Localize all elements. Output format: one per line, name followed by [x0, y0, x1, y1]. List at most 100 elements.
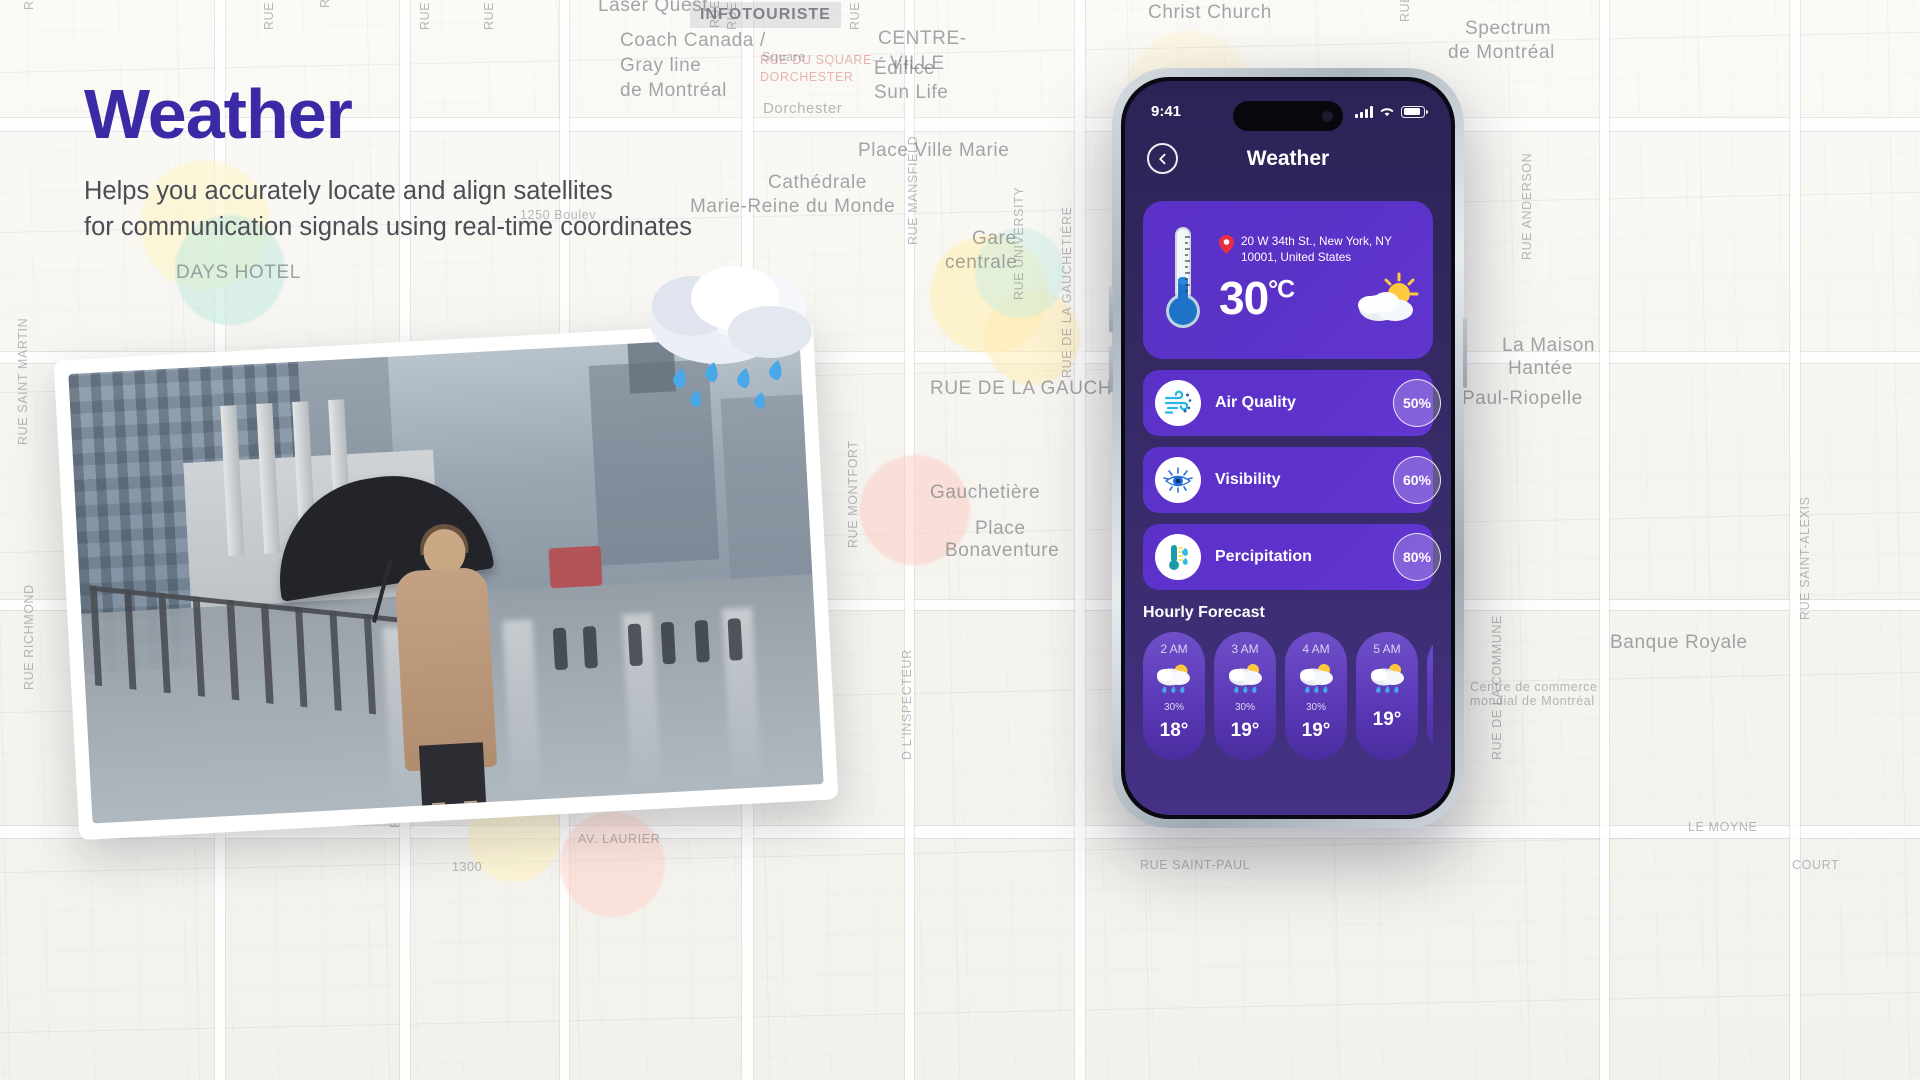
app-bar: Weather — [1125, 143, 1451, 174]
cloud-with-rain-icon — [1224, 662, 1266, 701]
map-label: RUE MONTFORT — [846, 440, 860, 548]
map-label: Banque Royale — [1610, 632, 1748, 653]
sun-behind-cloud-icon — [1358, 272, 1419, 321]
cloud-with-rain-icon — [1366, 662, 1408, 701]
metric-label: Air Quality — [1215, 394, 1296, 411]
map-label: RUE GUY — [262, 0, 276, 30]
location-text: 20 W 34th St., New York, NY 10001, Unite… — [1241, 234, 1392, 264]
map-label: de Montréal — [1448, 42, 1555, 63]
map-label: RUE SAINT-MATHIEU — [22, 0, 36, 10]
hour-rain-chance: 30% — [1305, 702, 1326, 713]
current-weather-card[interactable]: 20 W 34th St., New York, NY 10001, Unite… — [1143, 201, 1433, 359]
hour-temperature: 19° — [1230, 720, 1260, 741]
map-label: AV. LAURIER — [578, 832, 661, 846]
page-title: Weather — [84, 75, 353, 153]
map-label: La Maison — [1502, 335, 1596, 356]
map-label: RUE DE LA GAUCHETIÈRE — [1060, 206, 1074, 378]
map-label: Centre de commerce mondial de Montréal — [1470, 680, 1598, 708]
cellular-signal-icon — [1355, 105, 1373, 118]
map-label: Édifice — [874, 58, 936, 79]
map-label: CENTRE- — [878, 28, 967, 49]
phone-volume-button[interactable] — [1109, 346, 1113, 392]
map-label: RUE SAINT-ALEXIS — [1798, 496, 1812, 620]
phone-volume-button[interactable] — [1109, 286, 1113, 332]
map-label: Christ Church — [1148, 2, 1272, 23]
hour-time: 4 AM — [1302, 642, 1330, 656]
current-temperature: 30°C — [1219, 271, 1295, 324]
map-label: Bonaventure — [945, 540, 1060, 561]
map-label: Spectrum — [1465, 18, 1552, 39]
map-label: RUE UNIVERSITY — [1012, 186, 1026, 300]
wifi-icon — [1380, 107, 1394, 116]
map-label: DAYS HOTEL — [176, 262, 301, 283]
map-label: Laser Quest — [598, 0, 709, 16]
map-label: Coach Canada / — [620, 30, 766, 51]
map-label: RUE CRESCENT — [418, 0, 432, 30]
map-label: Marie-Reine du Monde — [690, 196, 896, 217]
hourly-forecast-item[interactable]: 4 AM 30% 19° — [1285, 632, 1347, 760]
hourly-forecast-list[interactable]: 2 AM 30% 18° 3 AM 30% 19° 4 AM 30% 19° 5… — [1143, 632, 1433, 760]
hourly-forecast-title: Hourly Forecast — [1143, 604, 1265, 621]
thermometer-icon — [1157, 223, 1209, 335]
app-bar-title: Weather — [1246, 146, 1330, 170]
map-label: Place Ville Marie — [858, 140, 1010, 161]
map-label: Square — [762, 50, 806, 64]
hour-temperature: 18° — [1159, 720, 1189, 741]
hourly-forecast-item[interactable]: 6 AM — [1427, 632, 1433, 760]
map-label: RUE SAINT-EDWARD — [1398, 0, 1412, 22]
hour-time: 3 AM — [1231, 642, 1259, 656]
app-screen: 9:41 Weather 20 W 34th St., New York, NY… — [1125, 81, 1451, 815]
map-label: de Montréal — [620, 80, 727, 101]
hour-rain-chance: 30% — [1234, 702, 1255, 713]
metric-value: 50% — [1393, 379, 1441, 427]
app-content: 20 W 34th St., New York, NY 10001, Unite… — [1125, 189, 1451, 815]
map-label: D L'INSPECTEUR — [900, 649, 914, 760]
battery-icon — [1401, 105, 1428, 118]
rain-cloud-icon — [650, 266, 812, 409]
metric-value: 80% — [1393, 533, 1441, 581]
map-label: RUE SAINT-PAUL — [1140, 858, 1251, 872]
cloud-with-rain-icon — [1295, 662, 1337, 701]
map-label: RUE DE LA MONTAGNE — [482, 0, 496, 30]
metric-row-air-quality[interactable]: Air Quality 50% — [1143, 370, 1441, 436]
map-label: RUE METCALFE — [848, 0, 862, 30]
map-label: Gauchetière — [930, 482, 1041, 503]
page-subtitle: Helps you accurately locate and align sa… — [84, 173, 692, 245]
metric-row-precipitation[interactable]: Percipitation 80% — [1143, 524, 1441, 590]
map-label: LE MOYNE — [1688, 820, 1758, 834]
map-label: Sun Life — [874, 82, 949, 103]
map-label: 1300 — [452, 860, 483, 874]
map-label: RUE DRUMMOND — [708, 0, 722, 28]
map-label: Place — [975, 518, 1026, 539]
map-label: Paul-Riopelle — [1462, 388, 1583, 409]
eye-visibility-icon — [1155, 457, 1201, 503]
decor-blob — [560, 812, 665, 917]
map-label: RUE RICHMOND — [22, 584, 36, 690]
map-label: RUE STANLEY — [725, 0, 739, 30]
sun-behind-rain-cloud-icon — [1153, 662, 1195, 701]
hour-temperature: 19° — [1301, 720, 1331, 741]
metric-row-visibility[interactable]: Visibility 60% — [1143, 447, 1441, 513]
location-pin-icon — [1219, 235, 1234, 255]
hourly-forecast-item[interactable]: 5 AM 19° — [1356, 632, 1418, 760]
metric-label: Visibility — [1215, 471, 1281, 488]
subtitle-line-2: for communication signals using real-tim… — [84, 213, 693, 242]
map-label: Dorchester — [763, 100, 843, 117]
map-label: RUE SAINT MARTIN — [16, 317, 30, 445]
map-label: COURT — [1792, 858, 1840, 872]
hour-time: 5 AM — [1373, 642, 1401, 656]
phone-power-button[interactable] — [1463, 318, 1467, 388]
thermometer-rain-icon — [1155, 534, 1201, 580]
map-label: RUE ANDERSON — [1520, 152, 1534, 260]
map-label: RUE MANSFIELD — [906, 135, 920, 245]
phone-mockup: 9:41 Weather 20 W 34th St., New York, NY… — [1109, 68, 1467, 828]
hour-rain-chance: 30% — [1163, 702, 1184, 713]
map-label: centrale — [945, 252, 1018, 273]
map-label: Gray line — [620, 55, 702, 76]
metric-label: Percipitation — [1215, 548, 1312, 565]
hourly-forecast-item[interactable]: 3 AM 30% 19° — [1214, 632, 1276, 760]
status-time: 9:41 — [1151, 103, 1182, 120]
metric-value: 60% — [1393, 456, 1441, 504]
wind-air-quality-icon — [1155, 380, 1201, 426]
hourly-forecast-item[interactable]: 2 AM 30% 18° — [1143, 632, 1205, 760]
